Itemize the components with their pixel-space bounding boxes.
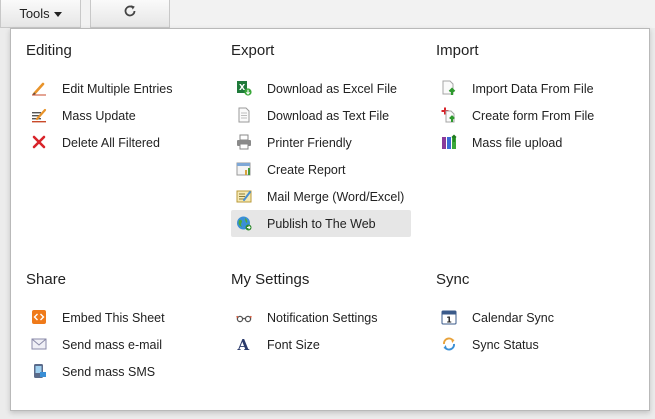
mail-merge-item[interactable]: Mail Merge (Word/Excel) <box>231 183 411 210</box>
edit-multiple-entries-item[interactable]: Edit Multiple Entries <box>26 75 206 102</box>
section-title: Share <box>26 271 67 288</box>
create-form-item[interactable]: Create form From File <box>436 102 616 129</box>
excel-download-icon: X <box>236 80 252 96</box>
item-label: Publish to The Web <box>267 216 376 231</box>
calendar-sync-item[interactable]: 1 Calendar Sync <box>436 304 616 331</box>
section-title: Editing <box>26 42 72 59</box>
item-label: Font Size <box>267 337 320 352</box>
embed-code-icon <box>31 309 47 325</box>
notification-settings-item[interactable]: Notification Settings <box>231 304 411 331</box>
tools-dropdown-panel: Editing Edit Multiple Entries Mass Updat… <box>10 28 650 411</box>
globe-icon <box>236 215 252 231</box>
svg-text:A: A <box>237 336 250 352</box>
editing-section: Editing Edit Multiple Entries Mass Updat… <box>26 41 226 156</box>
create-report-item[interactable]: Create Report <box>231 156 411 183</box>
sync-icon <box>441 336 457 352</box>
pencil-icon <box>31 80 47 96</box>
top-toolbar: Tools <box>0 0 655 28</box>
report-icon <box>236 161 252 177</box>
refresh-button[interactable] <box>90 0 170 28</box>
item-label: Edit Multiple Entries <box>62 81 173 96</box>
caret-down-icon <box>53 11 62 17</box>
item-label: Mail Merge (Word/Excel) <box>267 189 405 204</box>
calendar-icon: 1 <box>441 309 457 325</box>
svg-text:1: 1 <box>446 316 452 325</box>
mass-file-upload-item[interactable]: Mass file upload <box>436 129 616 156</box>
refresh-icon <box>123 4 137 23</box>
send-mass-sms-item[interactable]: Send mass SMS <box>26 358 206 385</box>
font-size-item[interactable]: A Font Size <box>231 331 411 358</box>
printer-icon <box>236 134 252 150</box>
create-form-icon <box>441 107 457 123</box>
item-label: Import Data From File <box>472 81 594 96</box>
send-mass-email-item[interactable]: Send mass e-mail <box>26 331 206 358</box>
embed-sheet-item[interactable]: Embed This Sheet <box>26 304 206 331</box>
section-title: My Settings <box>231 271 310 288</box>
mail-merge-icon <box>236 188 252 204</box>
delete-all-filtered-item[interactable]: Delete All Filtered <box>26 129 206 156</box>
item-label: Send mass SMS <box>62 364 156 379</box>
sync-status-item[interactable]: Sync Status <box>436 331 616 358</box>
download-text-item[interactable]: Download as Text File <box>231 102 411 129</box>
printer-friendly-item[interactable]: Printer Friendly <box>231 129 411 156</box>
share-section: Share Embed This Sheet Send mass e-mail … <box>26 270 226 385</box>
import-section: Import Import Data From File Create form… <box>436 41 636 156</box>
item-label: Send mass e-mail <box>62 337 163 352</box>
publish-to-web-item[interactable]: Publish to The Web <box>231 210 411 237</box>
glasses-icon <box>236 309 252 325</box>
mass-upload-icon <box>441 134 457 150</box>
import-file-icon <box>441 80 457 96</box>
item-label: Mass file upload <box>472 135 563 150</box>
export-section: Export X Download as Excel File Download… <box>231 41 431 237</box>
mass-update-item[interactable]: Mass Update <box>26 102 206 129</box>
item-label: Create form From File <box>472 108 595 123</box>
item-label: Mass Update <box>62 108 136 123</box>
item-label: Delete All Filtered <box>62 135 160 150</box>
item-label: Sync Status <box>472 337 539 352</box>
item-label: Download as Text File <box>267 108 390 123</box>
delete-x-icon <box>31 134 47 150</box>
section-title: Export <box>231 42 275 59</box>
font-size-icon: A <box>236 336 252 352</box>
item-label: Calendar Sync <box>472 310 554 325</box>
download-excel-item[interactable]: X Download as Excel File <box>231 75 411 102</box>
tools-menu-button[interactable]: Tools <box>0 0 81 28</box>
item-label: Embed This Sheet <box>62 310 165 325</box>
my-settings-section: My Settings Notification Settings A Font… <box>231 270 431 358</box>
import-data-item[interactable]: Import Data From File <box>436 75 616 102</box>
item-label: Printer Friendly <box>267 135 352 150</box>
text-file-icon <box>236 107 252 123</box>
item-label: Notification Settings <box>267 310 378 325</box>
sync-section: Sync 1 Calendar Sync Sync Status <box>436 270 636 358</box>
item-label: Create Report <box>267 162 346 177</box>
mass-update-icon <box>31 107 47 123</box>
item-label: Download as Excel File <box>267 81 397 96</box>
envelope-icon <box>31 336 47 352</box>
phone-sms-icon <box>31 363 47 379</box>
section-title: Sync <box>436 271 470 288</box>
section-title: Import <box>436 42 479 59</box>
tools-button-label: Tools <box>19 6 50 21</box>
